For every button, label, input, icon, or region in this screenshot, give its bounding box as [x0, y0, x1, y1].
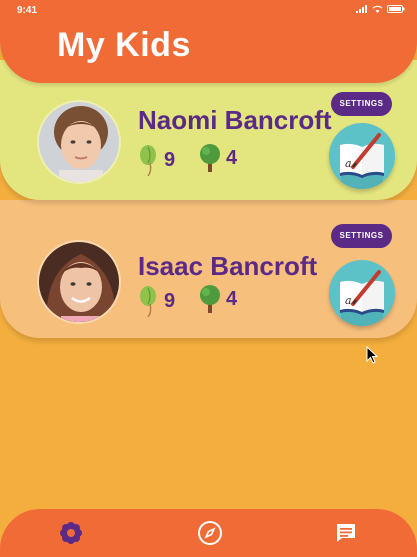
seeds-count: 9: [164, 148, 176, 171]
status-time: 9:41: [17, 5, 38, 16]
book-icon: a: [340, 133, 384, 189]
bottom-nav: [0, 509, 417, 557]
kid-name: Naomi Bancroft: [138, 105, 332, 135]
app-header: 9:41 My Kids: [0, 0, 417, 83]
flower-icon: [60, 522, 82, 544]
kid-photo-icon: [39, 102, 119, 182]
seeds-count: 9: [164, 289, 176, 312]
book-icon: a: [340, 270, 384, 326]
settings-button[interactable]: SETTINGS: [331, 224, 392, 248]
status-icons: [356, 5, 405, 13]
seed-icon: [140, 286, 156, 318]
svg-text:a: a: [345, 294, 352, 307]
nav-chat[interactable]: [332, 519, 360, 547]
trees-count: 4: [226, 287, 238, 310]
svg-text:a: a: [345, 157, 352, 170]
kid-photo-icon: [39, 242, 119, 322]
compass-icon: [198, 521, 222, 545]
signal-icon: [356, 5, 367, 13]
battery-icon: [387, 5, 405, 13]
page-title: My Kids: [57, 26, 191, 64]
nav-compass[interactable]: [196, 519, 224, 547]
journal-button[interactable]: a: [329, 123, 395, 189]
trees-count: 4: [226, 146, 238, 169]
seeds-stat: 9: [138, 143, 175, 177]
trees-stat: 4: [198, 143, 237, 173]
kid-card-isaac[interactable]: Isaac Bancroft 9 4 SETTINGS a: [0, 200, 417, 338]
trees-stat: 4: [198, 284, 237, 314]
chat-icon: [337, 524, 355, 542]
seed-icon: [140, 145, 156, 177]
tree-icon: [200, 285, 220, 313]
settings-button[interactable]: SETTINGS: [331, 92, 392, 116]
avatar: [37, 100, 121, 184]
journal-button[interactable]: a: [329, 260, 395, 326]
nav-flower[interactable]: [57, 519, 85, 547]
wifi-icon: [372, 5, 383, 13]
seeds-stat: 9: [138, 284, 175, 318]
mouse-cursor-icon: [366, 346, 378, 364]
kid-name: Isaac Bancroft: [138, 251, 318, 281]
avatar: [37, 240, 121, 324]
tree-icon: [200, 144, 220, 172]
